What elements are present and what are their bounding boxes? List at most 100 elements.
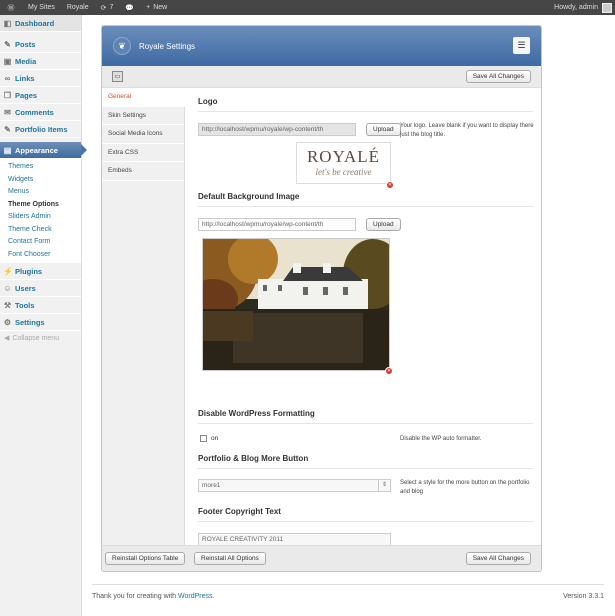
submenu-menus[interactable]: Menus — [0, 186, 81, 199]
comments-icon: ✉ — [4, 107, 11, 117]
logo-description: Your logo. Leave blank if you want to di… — [400, 123, 534, 138]
settings-content: Logo http://localhost/wpmu/royale/wp-con… — [198, 88, 534, 547]
dashboard-icon: ◧ — [3, 18, 12, 28]
appearance-submenu: Themes Widgets Menus Theme Options Slide… — [0, 159, 81, 263]
menu-dashboard[interactable]: ◧ Dashboard — [0, 15, 81, 32]
submenu-theme-check[interactable]: Theme Check — [0, 224, 81, 237]
save-all-changes-top-button[interactable]: Save All Changes — [465, 70, 531, 83]
menu-comments[interactable]: ✉ Comments — [0, 104, 81, 121]
royale-logo-icon: ❦ — [113, 37, 131, 55]
more-button-select[interactable]: more1 ⇕ — [198, 479, 391, 492]
comment-bubble-icon: 💬 — [125, 4, 135, 12]
more-button-section: Portfolio & Blog More Button more1 ⇕ Sel… — [198, 454, 533, 504]
toggle-view-icon[interactable]: ▭ — [112, 71, 123, 82]
menu-users[interactable]: ☺ Users — [0, 280, 81, 297]
background-upload-button[interactable]: Upload — [366, 218, 401, 231]
tools-icon: ⚒ — [3, 300, 12, 310]
footer-thanks: Thank you for creating with WordPress. — [92, 593, 215, 600]
formatting-description: Disable the WP auto formatter. — [400, 436, 482, 442]
panel-toolbar: ▭ Save All Changes — [102, 66, 541, 88]
plus-icon: + — [146, 4, 151, 11]
users-icon: ☺ — [3, 283, 12, 293]
avatar — [602, 2, 612, 13]
remove-logo-icon[interactable]: ✕ — [386, 181, 394, 189]
disable-formatting-checkbox[interactable] — [200, 435, 207, 442]
tab-embeds[interactable]: Embeds — [102, 162, 184, 181]
link-icon: ∞ — [4, 73, 11, 83]
comments-link[interactable]: 💬 — [119, 0, 140, 15]
menu-appearance[interactable]: ▤ Appearance — [0, 142, 87, 159]
logo-url-input[interactable]: http://localhost/wpmu/royale/wp-content/… — [198, 123, 356, 136]
panel-footer: Reinstall Options Table Reinstall All Op… — [102, 545, 541, 571]
logo-section: Logo http://localhost/wpmu/royale/wp-con… — [198, 97, 534, 192]
collapse-arrow-icon: ◀ — [4, 335, 10, 342]
account-menu[interactable]: Howdy, admin — [548, 0, 615, 15]
background-heading: Default Background Image — [198, 192, 533, 207]
wordpress-link[interactable]: WordPress — [178, 593, 213, 600]
pages-icon: ❐ — [3, 90, 12, 100]
menu-links[interactable]: ∞ Links — [0, 70, 81, 87]
wordpress-logo-button[interactable]: Ⓦ — [0, 0, 22, 15]
background-image-preview — [202, 238, 390, 371]
logo-preview: ROYALÉ let's be creative — [296, 142, 391, 184]
menu-settings[interactable]: ⚙ Settings — [0, 314, 81, 331]
refresh-icon: ⟳ — [100, 4, 107, 12]
copyright-section: Footer Copyright Text ROYALE CREATIVITY … — [198, 507, 533, 547]
logo-upload-button[interactable]: Upload — [366, 123, 401, 136]
house-photo — [203, 239, 389, 370]
more-button-heading: Portfolio & Blog More Button — [198, 454, 533, 469]
more-button-selected-value: more1 — [202, 482, 221, 489]
royale-settings-panel: ❦ Royale Settings ☰ ▭ Save All Changes G… — [101, 25, 542, 572]
menu-tools[interactable]: ⚒ Tools — [0, 297, 81, 314]
tab-skin-settings[interactable]: Skin Settings — [102, 107, 184, 125]
new-content-link[interactable]: + New — [140, 0, 173, 15]
panel-header: ❦ Royale Settings ☰ — [102, 26, 541, 66]
formatting-heading: Disable WordPress Formatting — [198, 409, 533, 424]
select-arrows-icon: ⇕ — [378, 480, 390, 491]
menu-pages[interactable]: ❐ Pages — [0, 87, 81, 104]
submenu-contact-form[interactable]: Contact Form — [0, 236, 81, 249]
wp-footer: Thank you for creating with WordPress. V… — [92, 584, 604, 600]
remove-background-icon[interactable]: ✕ — [385, 367, 393, 375]
menu-media[interactable]: ▣ Media — [0, 53, 81, 70]
portfolio-icon: ✎ — [4, 124, 11, 134]
copyright-heading: Footer Copyright Text — [198, 507, 533, 522]
settings-sliders-icon[interactable]: ☰ — [513, 37, 530, 54]
wp-version: Version 3.3.1 — [563, 593, 604, 600]
site-name-link[interactable]: Royale — [61, 0, 95, 15]
pin-icon: ✎ — [4, 39, 11, 49]
settings-icon: ⚙ — [3, 317, 12, 327]
reinstall-options-table-button[interactable]: Reinstall Options Table — [105, 552, 186, 565]
reinstall-all-options-button[interactable]: Reinstall All Options — [194, 552, 266, 565]
more-button-description: Select a style for the more button on th… — [400, 480, 530, 495]
menu-plugins[interactable]: ⚡ Plugins — [0, 263, 81, 280]
collapse-menu-button[interactable]: ◀ Collapse menu — [0, 331, 81, 345]
formatting-section: Disable WordPress Formatting on Disable … — [198, 409, 533, 459]
background-section: Default Background Image http://localhos… — [198, 192, 533, 392]
save-all-changes-bottom-button[interactable]: Save All Changes — [465, 552, 531, 565]
updates-link[interactable]: ⟳ 7 — [95, 0, 120, 15]
submenu-widgets[interactable]: Widgets — [0, 174, 81, 187]
admin-sidebar: ◧ Dashboard ✎ Posts ▣ Media ∞ Links ❐ Pages ✉… — [0, 15, 87, 616]
submenu-sliders-admin[interactable]: Sliders Admin — [0, 211, 81, 224]
background-url-input[interactable]: http://localhost/wpmu/royale/wp-content/… — [198, 218, 356, 231]
checkbox-label: on — [211, 435, 219, 442]
submenu-themes[interactable]: Themes — [0, 161, 81, 174]
formatting-checkbox-row: on — [200, 435, 218, 442]
logo-tagline-text: let's be creative — [315, 167, 372, 177]
logo-heading: Logo — [198, 97, 533, 112]
tab-general[interactable]: General — [102, 88, 185, 107]
menu-portfolio-items[interactable]: ✎ Portfolio Items — [0, 121, 81, 138]
panel-title: Royale Settings — [139, 41, 196, 51]
submenu-theme-options[interactable]: Theme Options — [0, 199, 81, 212]
tab-extra-css[interactable]: Extra CSS — [102, 144, 184, 162]
settings-tabs: General Skin Settings Social Media Icons… — [102, 88, 185, 547]
my-sites-link[interactable]: My Sites — [22, 0, 61, 15]
logo-brand-text: ROYALÉ — [306, 147, 381, 166]
tab-social-media-icons[interactable]: Social Media Icons — [102, 125, 184, 144]
appearance-icon: ▤ — [3, 145, 12, 155]
wordpress-icon: Ⓦ — [7, 4, 15, 12]
menu-posts[interactable]: ✎ Posts — [0, 36, 81, 53]
admin-bar: Ⓦ My Sites Royale ⟳ 7 💬 + New Howdy, admin — [0, 0, 615, 15]
submenu-font-chooser[interactable]: Font Chooser — [0, 249, 81, 262]
